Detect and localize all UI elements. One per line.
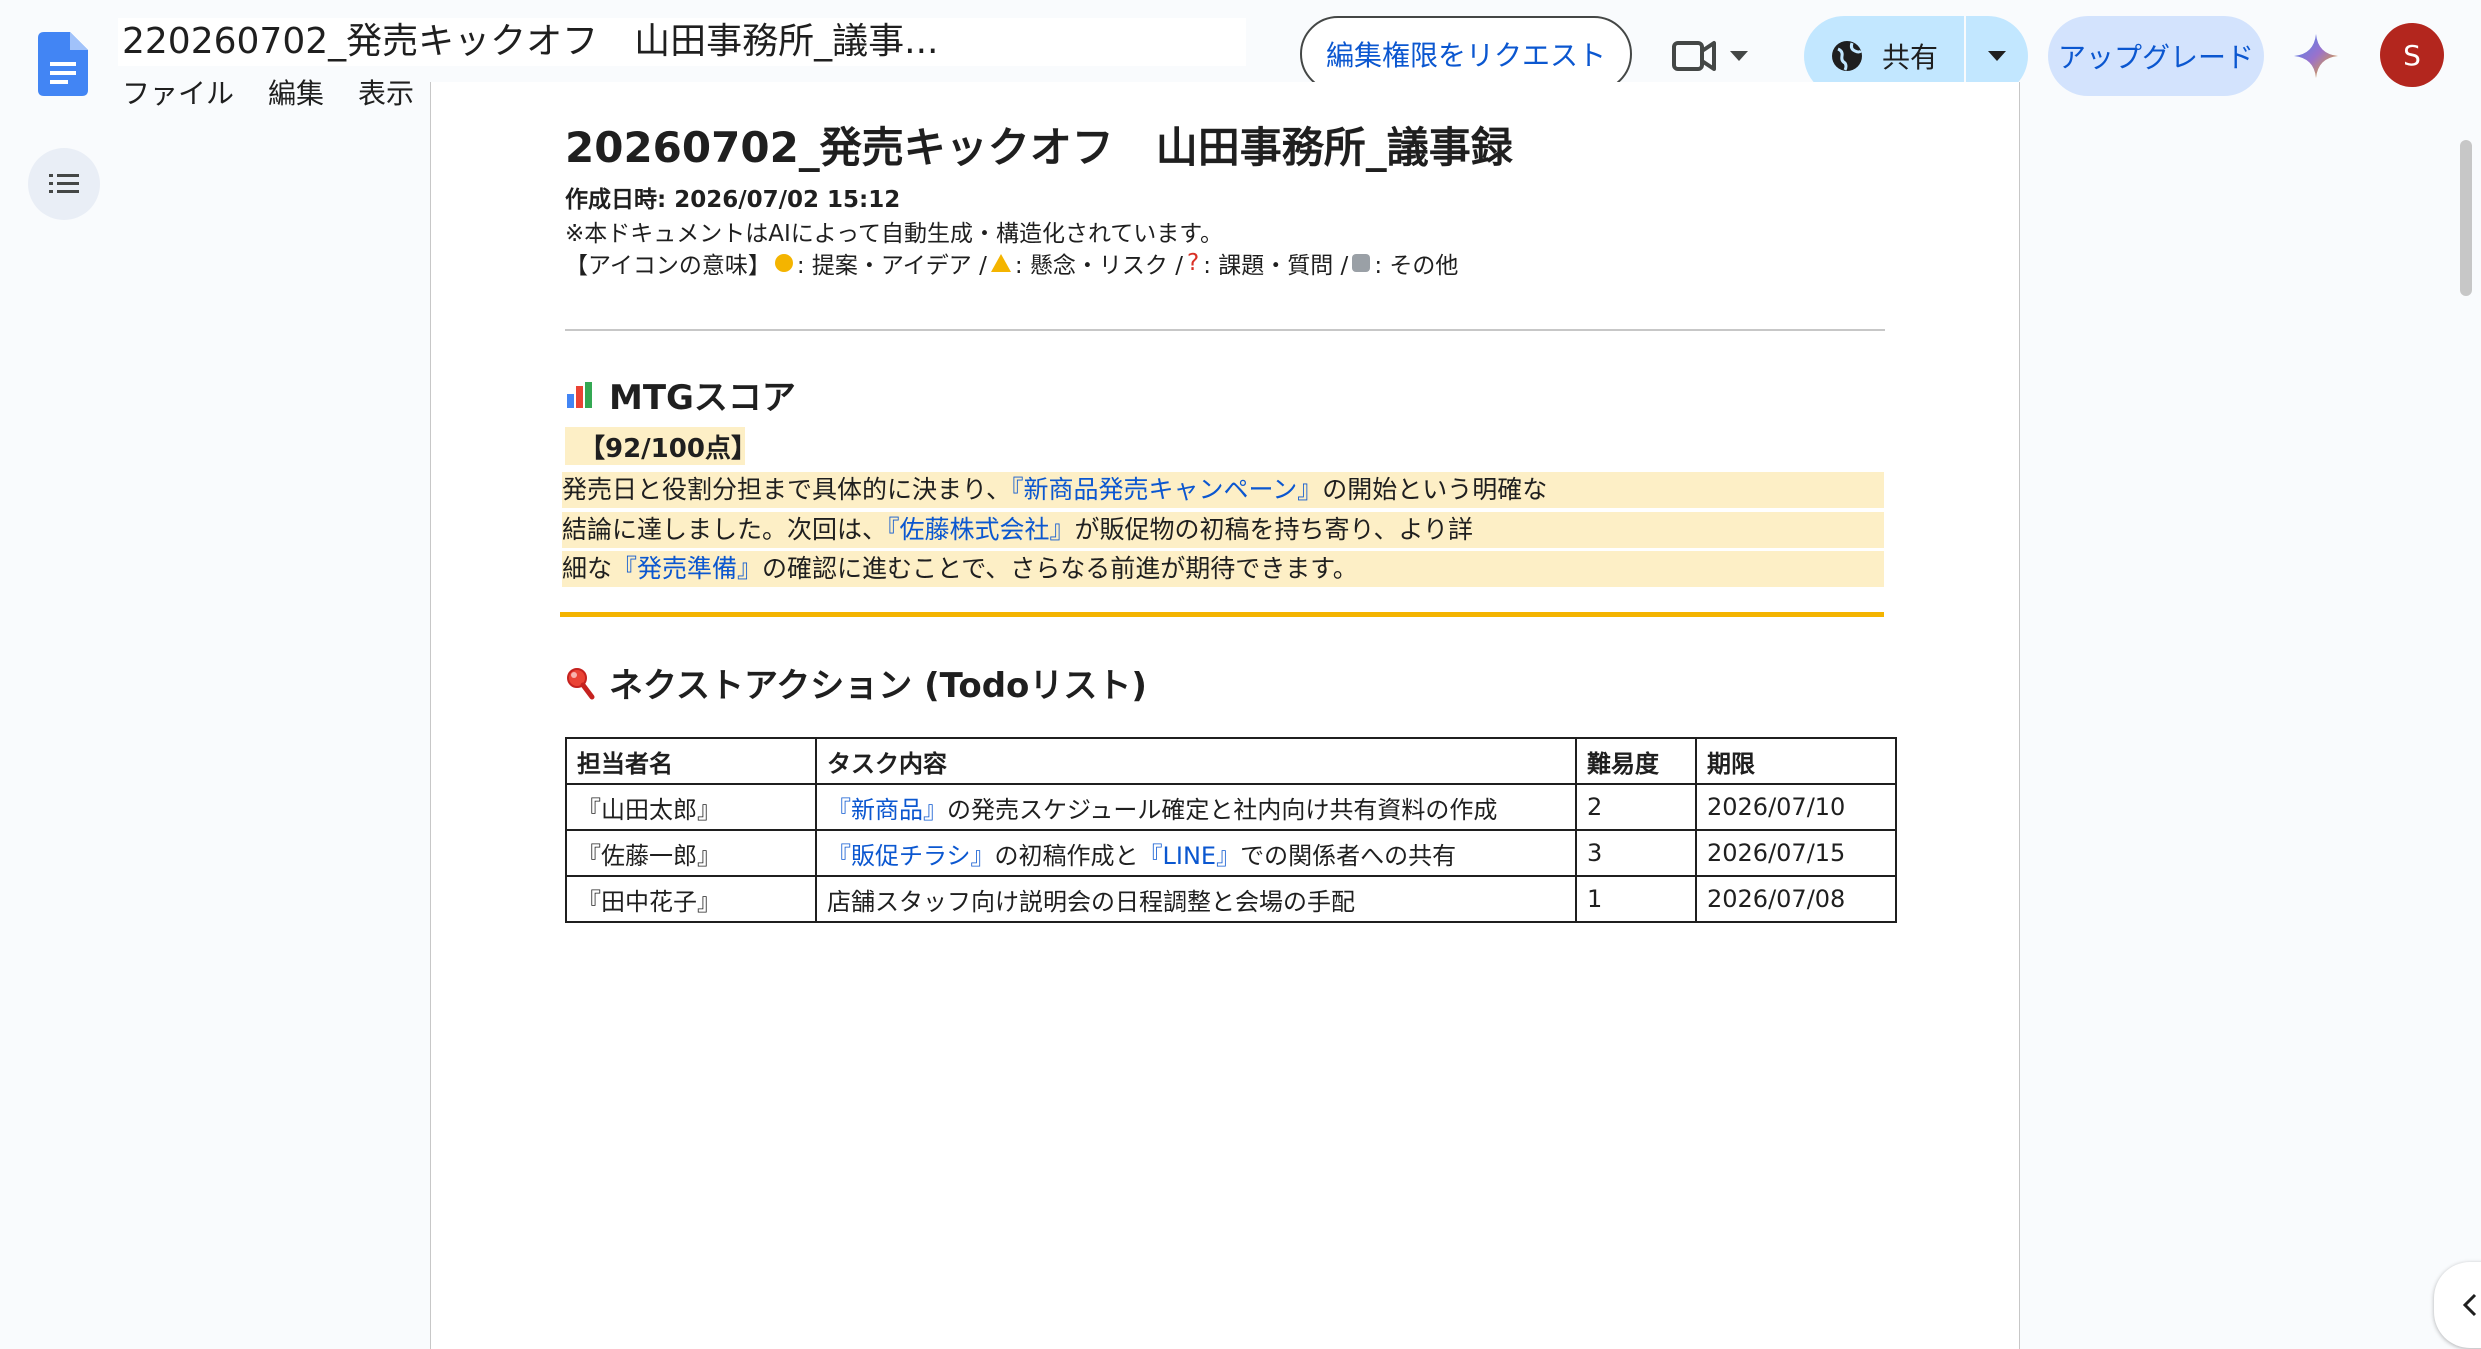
share-label: 共有 bbox=[1881, 41, 1938, 74]
due-cell: 2026/07/08 bbox=[1695, 875, 1897, 923]
score-summary-line: 発売日と役割分担まで具体的に決まり、『新商品発売キャンペーン』の開始という明確な bbox=[562, 472, 1884, 508]
icon-legend: 【アイコンの意味】 : 提案・アイデア / : 懸念・リスク / ? : 課題・… bbox=[565, 246, 1458, 280]
table-row: 『山田太郎』 『新商品』の発売スケジュール確定と社内向け共有資料の作成 2 20… bbox=[565, 783, 1897, 831]
side-panel-toggle-button[interactable] bbox=[2434, 1262, 2481, 1348]
upgrade-button[interactable]: アップグレード bbox=[2048, 16, 2264, 96]
legend-prefix: 【アイコンの意味】 bbox=[565, 253, 771, 279]
text: 結論に達しました。次回は、 bbox=[562, 515, 888, 544]
link-company[interactable]: 『佐藤株式会社』 bbox=[887, 515, 1075, 544]
level-cell: 1 bbox=[1575, 875, 1697, 923]
outline-button[interactable] bbox=[28, 148, 100, 220]
document-title[interactable]: 220260702_発売キックオフ 山田事務所_議事... bbox=[118, 18, 1246, 66]
due-cell: 2026/07/10 bbox=[1695, 783, 1897, 831]
legend-question: : 課題・質問 / bbox=[1203, 253, 1349, 279]
title-text: 20260702_発売キックオフ 山田事務所_議事... bbox=[144, 21, 939, 62]
table-row: 『田中花子』 店舗スタッフ向け説明会の日程調整と会場の手配 1 2026/07/… bbox=[565, 875, 1897, 923]
chevron-down-icon bbox=[1988, 51, 2006, 61]
title-prefix: 2 bbox=[122, 21, 145, 62]
divider bbox=[565, 329, 1885, 331]
question-mark-icon: ? bbox=[1186, 250, 1200, 276]
task-cell: 店舗スタッフ向け説明会の日程調整と会場の手配 bbox=[815, 875, 1577, 923]
column-header: 難易度 bbox=[1575, 737, 1697, 785]
request-edit-button[interactable]: 編集権限をリクエスト bbox=[1300, 16, 1632, 92]
created-date: 作成日時: 2026/07/02 15:12 bbox=[565, 187, 901, 213]
legend-other: : その他 bbox=[1374, 253, 1459, 279]
owner-cell: 『田中花子』 bbox=[565, 875, 817, 923]
text: 発売日と役割分担まで具体的に決まり、 bbox=[562, 475, 1012, 504]
text: の確認に進むことで、さらなる前進が期待できます。 bbox=[762, 554, 1358, 583]
task-cell: 『販促チラシ』の初稿作成と『LINE』での関係者への共有 bbox=[815, 829, 1577, 877]
owner-cell: 『山田太郎』 bbox=[565, 783, 817, 831]
score-heading: MTGスコア bbox=[565, 370, 796, 419]
level-cell: 3 bbox=[1575, 829, 1697, 877]
gemini-sparkle-icon[interactable] bbox=[2292, 32, 2340, 80]
square-icon bbox=[1352, 254, 1371, 272]
text: の開始という明確な bbox=[1322, 475, 1548, 504]
level-cell: 2 bbox=[1575, 783, 1697, 831]
chevron-left-icon bbox=[2462, 1293, 2477, 1317]
task-text: の初稿作成と bbox=[994, 841, 1139, 870]
menu-file[interactable]: ファイル bbox=[122, 72, 234, 112]
table-row: 『佐藤一郎』 『販促チラシ』の初稿作成と『LINE』での関係者への共有 3 20… bbox=[565, 829, 1897, 877]
score-summary-line: 結論に達しました。次回は、『佐藤株式会社』が販促物の初稿を持ち寄り、より詳 bbox=[562, 512, 1884, 548]
outline-list-icon bbox=[49, 174, 79, 193]
docs-icon[interactable] bbox=[38, 32, 88, 96]
todo-table: 担当者名 タスク内容 難易度 期限 『山田太郎』 『新商品』の発売スケジュール確… bbox=[565, 737, 1897, 923]
todo-heading: ネクストアクション (Todoリスト) bbox=[565, 658, 1147, 707]
link-product[interactable]: 『新商品』 bbox=[827, 796, 947, 824]
link-line[interactable]: 『LINE』 bbox=[1139, 842, 1241, 870]
doc-heading: 20260702_発売キックオフ 山田事務所_議事録 bbox=[565, 123, 1513, 172]
avatar[interactable]: S bbox=[2380, 23, 2444, 87]
column-header: 期限 bbox=[1695, 737, 1897, 785]
warning-triangle-icon bbox=[990, 254, 1011, 272]
meet-button[interactable] bbox=[1672, 28, 1772, 84]
score-heading-text: MTGスコア bbox=[609, 378, 796, 418]
legend-idea: : 提案・アイデア / bbox=[796, 253, 987, 279]
todo-heading-text: ネクストアクション (Todoリスト) bbox=[609, 666, 1147, 706]
link-campaign[interactable]: 『新商品発売キャンペーン』 bbox=[1011, 475, 1322, 504]
scrollbar-thumb[interactable] bbox=[2460, 140, 2472, 296]
task-cell: 『新商品』の発売スケジュール確定と社内向け共有資料の作成 bbox=[815, 783, 1577, 831]
circle-icon bbox=[774, 254, 793, 272]
video-camera-icon bbox=[1672, 41, 1716, 71]
chevron-down-icon bbox=[1730, 51, 1748, 61]
search-icon bbox=[567, 667, 595, 699]
bar-chart-icon bbox=[567, 381, 592, 408]
text: が販促物の初稿を持ち寄り、より詳 bbox=[1074, 515, 1474, 544]
link-flyer[interactable]: 『販促チラシ』 bbox=[827, 842, 995, 870]
text: 細な bbox=[562, 554, 613, 583]
menu-bar: ファイル 編集 表示 bbox=[122, 72, 414, 112]
table-header-row: 担当者名 タスク内容 難易度 期限 bbox=[565, 737, 1897, 785]
menu-edit[interactable]: 編集 bbox=[268, 72, 324, 112]
score-summary-line: 細な『発売準備』の確認に進むことで、さらなる前進が期待できます。 bbox=[562, 551, 1884, 587]
ai-note: ※本ドキュメントはAIによって自動生成・構造化されています。 bbox=[565, 221, 1223, 247]
task-text: の発売スケジュール確定と社内向け共有資料の作成 bbox=[947, 795, 1498, 824]
menu-view[interactable]: 表示 bbox=[358, 72, 414, 112]
task-text: での関係者への共有 bbox=[1240, 841, 1457, 870]
column-header: タスク内容 bbox=[815, 737, 1577, 785]
link-prep[interactable]: 『発売準備』 bbox=[612, 554, 762, 583]
globe-icon bbox=[1831, 41, 1863, 71]
legend-risk: : 懸念・リスク / bbox=[1014, 253, 1183, 279]
column-header: 担当者名 bbox=[565, 737, 817, 785]
owner-cell: 『佐藤一郎』 bbox=[565, 829, 817, 877]
score-divider bbox=[560, 612, 1884, 617]
due-cell: 2026/07/15 bbox=[1695, 829, 1897, 877]
score-value: 【92/100点】 bbox=[565, 427, 757, 465]
